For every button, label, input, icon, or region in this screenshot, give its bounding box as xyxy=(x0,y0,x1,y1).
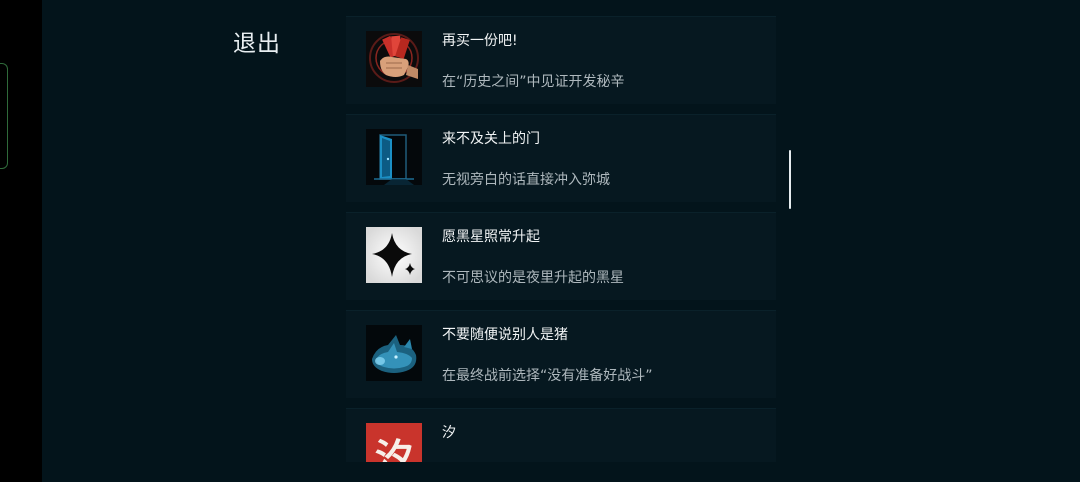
scrollbar-thumb[interactable] xyxy=(789,150,791,209)
achievement-title: 来不及关上的门 xyxy=(442,131,540,147)
left-bezel xyxy=(0,0,42,482)
achievement-card[interactable]: 来不及关上的门 无视旁白的话直接冲入弥城 xyxy=(346,114,776,202)
achievement-title: 汐 xyxy=(442,425,456,441)
xi-character-icon: 汐 xyxy=(366,423,422,462)
achievement-title: 再买一份吧! xyxy=(442,33,518,49)
achievement-card[interactable]: 汐 汐 xyxy=(346,408,776,462)
achievements-screen: 退出 再买一份吧! 在“历史之间”中见证开发秘辛 来不及关上的门 无视旁白的话直… xyxy=(42,0,1080,482)
achievement-card[interactable]: 不要随便说别人是猪 在最终战前选择“没有准备好战斗” xyxy=(346,310,776,398)
achievement-card[interactable]: 愿黑星照常升起 不可思议的是夜里升起的黑星 xyxy=(346,212,776,300)
black-star-icon xyxy=(366,227,422,283)
achievement-list[interactable]: 再买一份吧! 在“历史之间”中见证开发秘辛 来不及关上的门 无视旁白的话直接冲入… xyxy=(346,16,776,462)
achievement-card[interactable]: 再买一份吧! 在“历史之间”中见证开发秘辛 xyxy=(346,16,776,104)
svg-text:汐: 汐 xyxy=(375,435,413,462)
open-door-icon xyxy=(366,129,422,185)
hand-holding-money-icon xyxy=(366,31,422,87)
achievement-description: 无视旁白的话直接冲入弥城 xyxy=(442,172,610,188)
achievement-description: 在最终战前选择“没有准备好战斗” xyxy=(442,368,653,384)
achievement-description: 不可思议的是夜里升起的黑星 xyxy=(442,270,624,286)
achievement-description: 在“历史之间”中见证开发秘辛 xyxy=(442,74,625,90)
side-indicator xyxy=(0,63,8,169)
achievement-title: 愿黑星照常升起 xyxy=(442,229,540,245)
achievement-title: 不要随便说别人是猪 xyxy=(442,327,568,343)
exit-button[interactable]: 退出 xyxy=(233,24,281,58)
pig-head-icon xyxy=(366,325,422,381)
